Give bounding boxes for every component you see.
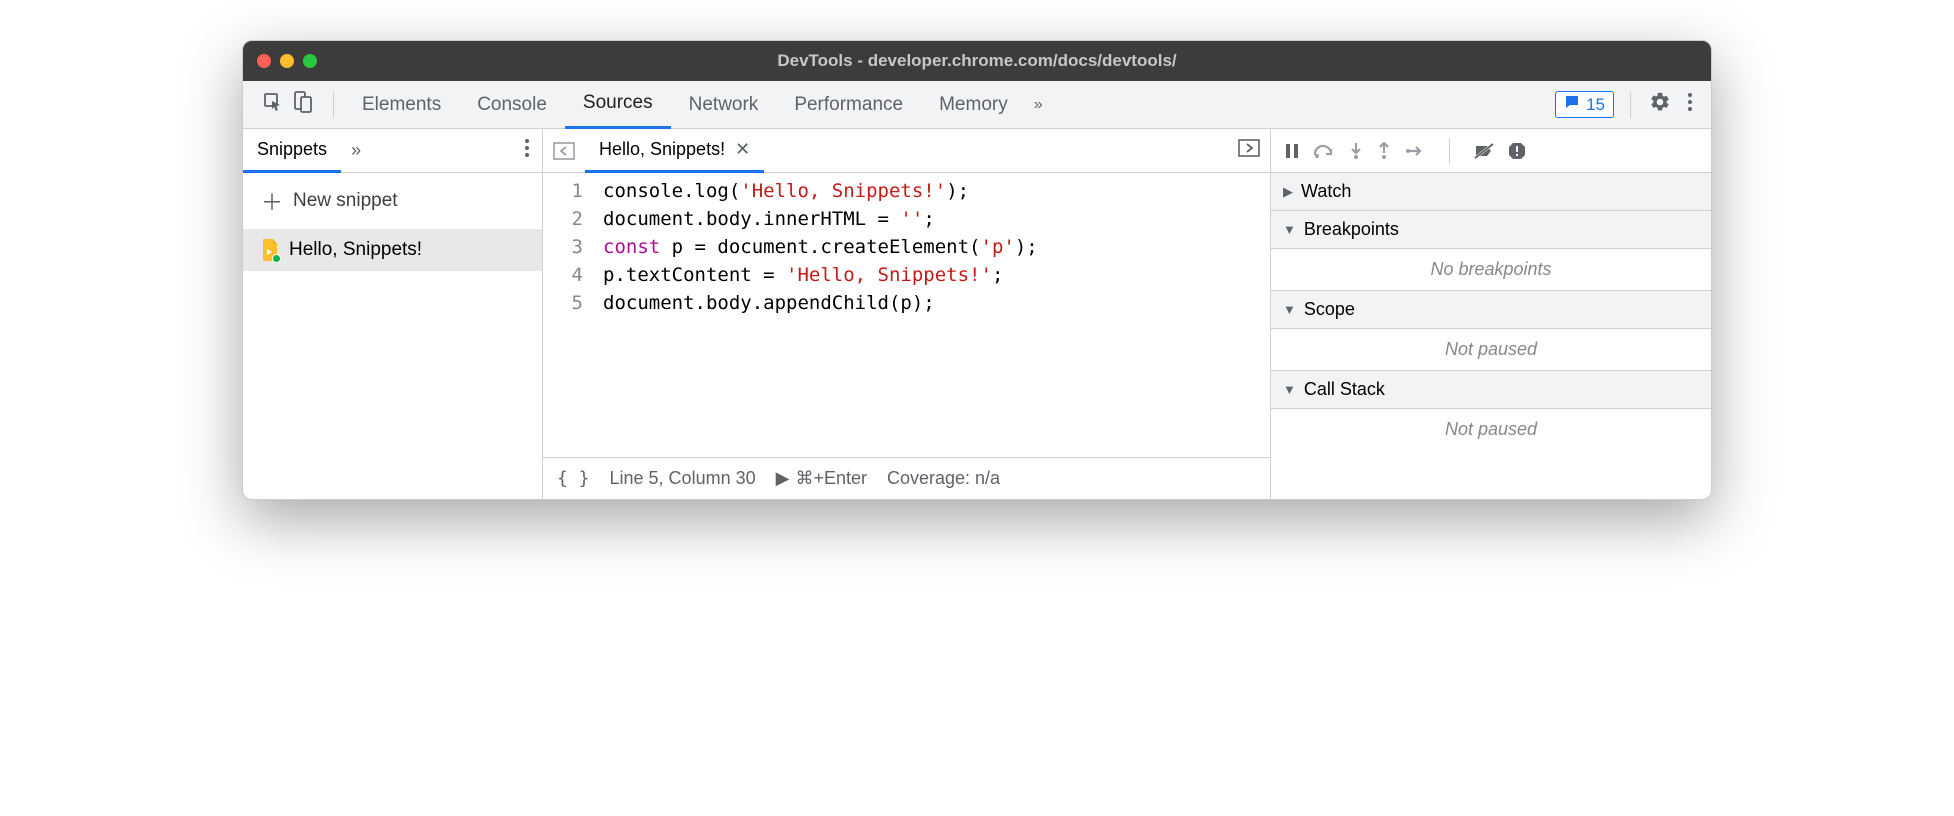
cursor-position: Line 5, Column 30 [610,468,756,489]
issues-count: 15 [1586,95,1605,115]
sidebar-header: Snippets » [243,129,542,173]
snippet-file-icon [261,239,279,261]
code-area[interactable]: 12345 console.log('Hello, Snippets!');do… [543,173,1270,457]
close-tab-icon[interactable]: ✕ [735,139,750,160]
breakpoints-body: No breakpoints [1271,249,1711,291]
line-gutter: 12345 [543,177,593,453]
separator [1449,138,1450,164]
titlebar: DevTools - developer.chrome.com/docs/dev… [243,41,1711,81]
sidebar-more-tabs[interactable]: » [341,140,371,161]
callstack-body: Not paused [1271,409,1711,450]
step-icon[interactable] [1405,144,1425,158]
step-over-icon[interactable] [1313,143,1335,159]
debug-toolbar [1271,129,1711,173]
step-into-icon[interactable] [1349,142,1363,160]
editor-header: Hello, Snippets! ✕ [543,129,1270,173]
editor: Hello, Snippets! ✕ 12345 console.log('He… [543,129,1271,499]
chevron-right-icon: ▶ [1283,184,1293,200]
pause-icon[interactable] [1285,143,1299,159]
issues-badge[interactable]: 15 [1555,91,1614,118]
tab-network[interactable]: Network [671,81,777,129]
sidebar-kebab-menu[interactable] [512,138,542,163]
callstack-section-header[interactable]: ▼ Call Stack [1271,371,1711,409]
callstack-label: Call Stack [1304,379,1385,400]
new-snippet-button[interactable]: ＋ New snippet [243,173,542,229]
run-snippet-button[interactable]: ▶ ⌘+Enter [776,468,867,489]
editor-tab-label: Hello, Snippets! [599,139,725,160]
window-title: DevTools - developer.chrome.com/docs/dev… [243,51,1711,71]
sidebar: Snippets » ＋ New snippet Hello, Snippets… [243,129,543,499]
nav-forward-icon[interactable] [1238,139,1260,162]
deactivate-breakpoints-icon[interactable] [1474,142,1494,160]
code-lines: console.log('Hello, Snippets!');document… [593,177,1038,453]
plus-icon: ＋ [261,185,283,217]
editor-tab[interactable]: Hello, Snippets! ✕ [585,129,764,173]
breakpoints-section-header[interactable]: ▼ Breakpoints [1271,211,1711,249]
unsaved-indicator-icon [272,254,281,263]
main-tab-bar: Elements Console Sources Network Perform… [243,81,1711,129]
pretty-print-button[interactable]: { } [557,468,590,489]
chevron-down-icon: ▼ [1283,302,1296,317]
debug-panels: ▶ Watch ▼ Breakpoints No breakpoints ▼ Scop… [1271,129,1711,499]
pause-exceptions-icon[interactable] [1508,142,1526,160]
step-out-icon[interactable] [1377,142,1391,160]
inspect-icon[interactable] [263,92,283,117]
tab-console[interactable]: Console [459,81,565,129]
separator [1630,92,1631,118]
scope-section-header[interactable]: ▼ Scope [1271,291,1711,329]
play-icon: ▶ [776,468,790,489]
snippet-item-label: Hello, Snippets! [289,239,422,261]
tab-elements[interactable]: Elements [344,81,459,129]
new-snippet-label: New snippet [293,190,398,212]
devtools-window: DevTools - developer.chrome.com/docs/dev… [242,40,1712,500]
watch-section-header[interactable]: ▶ Watch [1271,173,1711,211]
device-toggle-icon[interactable] [293,91,313,118]
tab-memory[interactable]: Memory [921,81,1026,129]
run-shortcut: ⌘+Enter [795,468,867,489]
breakpoints-label: Breakpoints [1304,219,1399,240]
scope-body: Not paused [1271,329,1711,371]
snippet-item[interactable]: Hello, Snippets! [243,229,542,271]
snippets-tab[interactable]: Snippets [243,129,341,173]
nav-back-icon[interactable] [553,142,575,160]
separator [333,92,334,118]
tab-sources[interactable]: Sources [565,81,671,129]
more-tabs-button[interactable]: » [1026,96,1051,114]
chevron-down-icon: ▼ [1283,222,1296,237]
watch-label: Watch [1301,181,1351,202]
speech-bubble-icon [1564,94,1580,115]
tab-performance[interactable]: Performance [776,81,921,129]
scope-label: Scope [1304,299,1355,320]
content-area: Snippets » ＋ New snippet Hello, Snippets… [243,129,1711,499]
editor-footer: { } Line 5, Column 30 ▶ ⌘+Enter Coverage… [543,457,1270,499]
kebab-menu-button[interactable] [1679,92,1701,117]
chevron-down-icon: ▼ [1283,382,1296,397]
coverage-label: Coverage: n/a [887,468,1000,489]
settings-button[interactable] [1641,91,1679,118]
